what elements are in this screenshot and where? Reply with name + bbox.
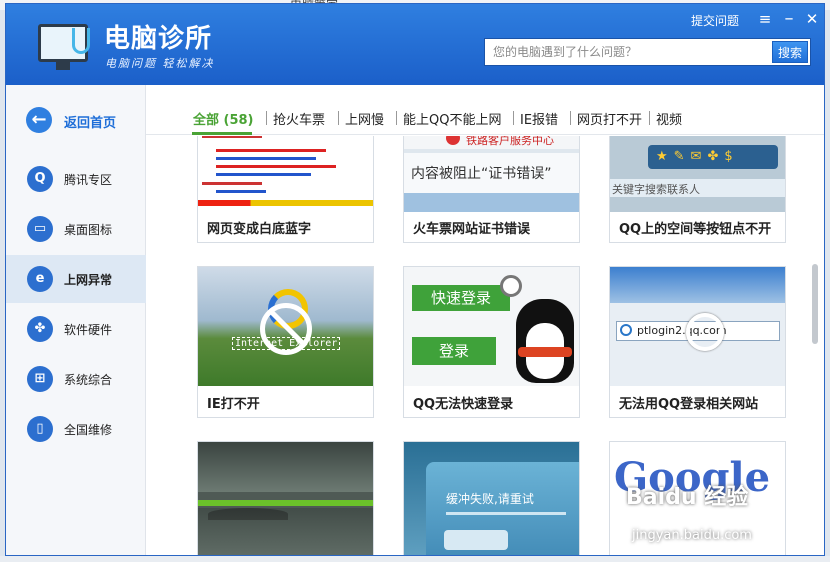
thumb-text: 登录 [412, 337, 496, 365]
card-thumbnail: 缓冲失败,请重试 [404, 442, 579, 555]
sidebar-item-label: 软件硬件 [64, 323, 113, 337]
tab-qq-no-internet[interactable]: 能上QQ不能上网 [403, 109, 501, 128]
tab-separator [338, 111, 339, 125]
active-tab-indicator [192, 132, 252, 135]
card-caption: 火车票网站证书错误 [413, 222, 531, 237]
tab-ie-errors[interactable]: IE报错 [520, 109, 558, 128]
monitor-icon: ▭ [27, 216, 53, 242]
app-header: 电脑诊所 电脑问题 轻松解决 提交问题 ≡ – ✕ 搜索 [6, 4, 824, 85]
card-thumbnail: ★✎✉✤$ 关键字搜索联系人 [610, 136, 785, 212]
back-arrow-icon: ← [26, 107, 52, 133]
minimize-icon[interactable]: – [780, 10, 798, 28]
tab-separator [649, 111, 650, 125]
tab-separator [266, 111, 267, 125]
tab-page-not-open[interactable]: 网页打不开 [577, 109, 642, 128]
card-thumbnail: ptlogin2.qq.com [610, 267, 785, 386]
tab-separator [513, 111, 514, 125]
card-thumbnail [198, 442, 373, 555]
article-card[interactable]: ptlogin2.qq.com 无法用QQ登录相关网站 [609, 266, 786, 418]
qq-penguin-icon: Q [27, 166, 53, 192]
card-caption: QQ上的空间等按钮点不开 [619, 222, 772, 237]
sidebar-item-label: 全国维修 [64, 423, 113, 437]
baidu-watermark: Baidu 经验 [626, 485, 749, 510]
article-card[interactable]: ★✎✉✤$ 关键字搜索联系人 QQ上的空间等按钮点不开 [609, 136, 786, 243]
article-card[interactable]: 缓冲失败,请重试 [403, 441, 580, 555]
thumb-text: 关键字搜索联系人 [612, 183, 700, 196]
card-caption: 网页变成白底蓝字 [207, 222, 312, 237]
desktop-background-bottom [0, 556, 830, 562]
sidebar-item-tencent[interactable]: Q 腾讯专区 [6, 155, 146, 203]
sidebar-item-repair[interactable]: ▯ 全国维修 [6, 405, 146, 453]
card-thumbnail: 快速登录 登录 [404, 267, 579, 386]
app-title: 电脑诊所 [104, 24, 213, 54]
card-caption: IE打不开 [207, 397, 260, 412]
menu-icon[interactable]: ≡ [756, 10, 774, 28]
tab-all[interactable]: 全部 (58) [193, 109, 254, 128]
sidebar-item-label: 腾讯专区 [64, 173, 113, 187]
card-thumbnail: 铁路客户服务中心 内容被阻止“证书错误” [404, 136, 579, 212]
sidebar: ← 返回首页 Q 腾讯专区 ▭ 桌面图标 e 上网异常 ✤ 软件硬件 ⊞ 系统综… [6, 85, 146, 555]
close-icon[interactable]: ✕ [803, 10, 821, 28]
tab-separator [570, 111, 571, 125]
card-caption: 无法用QQ登录相关网站 [619, 397, 759, 412]
back-home-button[interactable]: ← 返回首页 [6, 85, 146, 155]
thumb-text: 铁路客户服务中心 [466, 136, 554, 147]
thumb-text: 内容被阻止“证书错误” [411, 166, 552, 182]
submit-question-link[interactable]: 提交问题 [691, 12, 739, 29]
article-card[interactable]: 铁路客户服务中心 内容被阻止“证书错误” 火车票网站证书错误 [403, 136, 580, 243]
app-window: 电脑诊所 电脑问题 轻松解决 提交问题 ≡ – ✕ 搜索 ← 返回首页 Q 腾讯… [5, 3, 825, 556]
tab-slow-internet[interactable]: 上网慢 [345, 109, 384, 128]
card-caption: QQ无法快速登录 [413, 397, 514, 412]
sidebar-item-label: 系统综合 [64, 373, 113, 387]
sidebar-item-label: 桌面图标 [64, 223, 113, 237]
windows-icon: ⊞ [27, 366, 53, 392]
sidebar-item-software-hardware[interactable]: ✤ 软件硬件 [6, 305, 146, 353]
sidebar-item-desktop-icons[interactable]: ▭ 桌面图标 [6, 205, 146, 253]
ie-icon: e [27, 266, 53, 292]
sidebar-item-system[interactable]: ⊞ 系统综合 [6, 355, 146, 403]
search-button[interactable]: 搜索 [772, 41, 808, 63]
scrollbar-thumb[interactable] [812, 264, 818, 344]
app-logo-icon [34, 18, 92, 70]
tab-train-tickets[interactable]: 抢火车票 [273, 109, 325, 128]
search-input[interactable] [485, 39, 769, 65]
card-thumbnail [198, 136, 373, 212]
article-card[interactable]: 快速登录 登录 QQ无法快速登录 [403, 266, 580, 418]
sidebar-item-network-issues[interactable]: e 上网异常 [6, 255, 146, 303]
tab-video[interactable]: 视频 [656, 109, 682, 128]
article-card[interactable]: 网页变成白底蓝字 [197, 136, 374, 243]
dots-icon: ✤ [27, 316, 53, 342]
thumb-text: 快速登录 [412, 285, 510, 311]
search-box: 搜索 [484, 38, 811, 66]
article-card[interactable]: Internet Explorer IE打不开 [197, 266, 374, 418]
card-thumbnail: Internet Explorer [198, 267, 373, 386]
blocked-icon [260, 303, 312, 355]
sidebar-item-label: 上网异常 [64, 273, 113, 287]
phone-icon: ▯ [27, 416, 53, 442]
thumb-text: 缓冲失败,请重试 [446, 492, 534, 506]
tab-separator [396, 111, 397, 125]
back-home-label: 返回首页 [64, 116, 117, 131]
baidu-watermark-url: jingyan.baidu.com [632, 528, 752, 543]
category-tabs: 全部 (58) 抢火车票 上网慢 能上QQ不能上网 IE报错 网页打不开 视频 [146, 85, 824, 135]
app-slogan: 电脑问题 轻松解决 [105, 57, 215, 70]
article-card[interactable] [197, 441, 374, 555]
